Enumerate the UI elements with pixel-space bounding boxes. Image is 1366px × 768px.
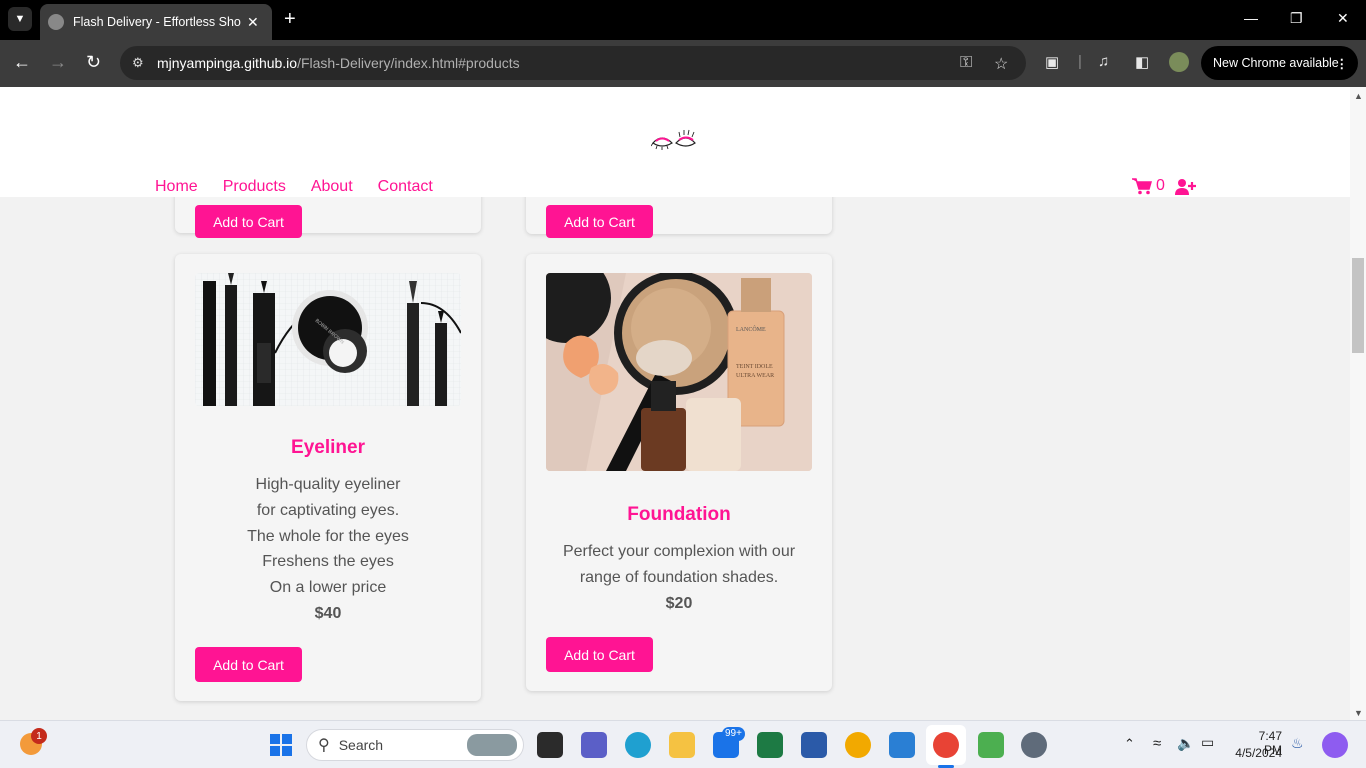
cart-icon[interactable] [1132,177,1152,195]
web-page: Add to Cart Add to Cart BOBBI BROWN Eyel… [0,87,1350,720]
restore-icon[interactable]: ❐ [1290,10,1303,27]
product-price: $40 [314,605,342,622]
desc-line: Perfect your complexion with our [562,543,796,560]
url-host: mjnyampinga.github.io [157,55,298,71]
search-placeholder: Search [338,737,384,753]
notification-bell-icon[interactable]: ♨ [1291,735,1304,752]
teams-icon[interactable] [581,732,607,758]
terminal-app-icon[interactable] [978,732,1004,758]
forward-icon[interactable]: → [49,52,67,72]
chrome-icon[interactable] [933,732,959,758]
tab-title: Flash Delivery - Effortless Shopping [73,15,241,29]
desc-line: range of foundation shades. [579,568,779,586]
new-chrome-label: New Chrome available [1213,56,1339,70]
desc-line: for captivating eyes. [256,501,400,519]
product-title: Foundation [627,504,731,525]
edge-icon[interactable] [625,732,651,758]
profile-avatar[interactable] [1169,52,1189,72]
nav-home[interactable]: Home [155,178,198,196]
browser-toolbar: ← → ↻ ⚙ mjnyampinga.github.io/Flash-Deli… [0,40,1366,87]
add-user-icon[interactable] [1174,178,1197,195]
svg-text:TEINT IDOLE: TEINT IDOLE [736,364,773,370]
side-panel-icon[interactable]: ◧ [1135,53,1149,71]
svg-text:LANCÔME: LANCÔME [736,325,766,333]
clock-date[interactable]: 4/5/2024 [1234,746,1282,760]
address-bar[interactable]: ⚙ mjnyampinga.github.io/Flash-Delivery/i… [120,46,1026,80]
product-description: High-quality eyeliner for captivating ey… [175,472,481,601]
show-hidden-icons-icon[interactable]: ⌃ [1124,736,1135,752]
taskbar-search[interactable]: ⚲ Search [306,729,524,761]
eyeliner-image: BOBBI BROWN [195,273,461,406]
add-to-cart-button[interactable]: Add to Cart [546,205,653,238]
chrome-menu-icon[interactable]: ⋮ [1336,56,1349,71]
product-card-eyeliner: BOBBI BROWN Eyeliner High-quality eyelin… [175,254,481,701]
cart-count: 0 [1156,177,1165,194]
scroll-thumb[interactable] [1352,258,1364,353]
vscode-icon[interactable] [889,732,915,758]
browser-tab-bar: ▼ Flash Delivery - Effortless Shopping ✕… [0,0,1366,40]
foundation-image: LANCÔME TEINT IDOLE ULTRA WEAR [546,273,812,471]
window-close-icon[interactable]: ✕ [1337,10,1349,27]
header-actions: 0 [1132,177,1197,195]
nav-about[interactable]: About [311,178,353,196]
tab-close-icon[interactable]: ✕ [247,14,259,31]
product-title: Eyeliner [291,437,365,458]
svg-text:ULTRA WEAR: ULTRA WEAR [736,373,774,379]
page-scrollbar[interactable]: ▲ ▼ [1350,87,1366,720]
windows-start-icon[interactable] [269,733,293,757]
battery-icon[interactable]: ▭ [1201,734,1214,751]
toolbar-divider: | [1078,53,1082,70]
site-settings-icon[interactable]: ⚙ [132,55,150,71]
browser-tab-active[interactable]: Flash Delivery - Effortless Shopping ✕ [40,4,272,40]
volume-icon[interactable]: 🔈 [1177,735,1194,752]
excel-icon[interactable] [757,732,783,758]
product-price: $20 [665,595,693,612]
norton-icon[interactable] [845,732,871,758]
site-logo[interactable] [651,127,697,153]
task-view-icon[interactable] [537,732,563,758]
product-card-foundation: LANCÔME TEINT IDOLE ULTRA WEAR Foundatio… [526,254,832,691]
mail-badge: 99+ [722,727,745,741]
search-highlight-image [467,734,517,756]
media-control-icon[interactable]: ♫ [1098,53,1109,70]
notification-badge: 1 [31,728,47,744]
new-tab-button[interactable]: + [284,9,296,29]
tab-search-button[interactable]: ▼ [8,7,32,31]
site-favicon-icon [48,14,64,30]
nav-contact[interactable]: Contact [378,178,433,196]
bookmark-star-icon[interactable]: ☆ [994,54,1008,74]
word-icon[interactable] [801,732,827,758]
file-explorer-icon[interactable] [669,732,695,758]
reload-icon[interactable]: ↻ [86,52,101,72]
add-to-cart-button[interactable]: Add to Cart [195,205,302,238]
wifi-icon[interactable]: ≈ [1153,735,1161,752]
copilot-icon[interactable] [1322,732,1348,758]
product-description: Perfect your complexion with our range o… [526,539,832,591]
scroll-up-arrow-icon[interactable]: ▲ [1354,91,1363,101]
desc-line: On a lower price [269,579,387,597]
add-to-cart-button[interactable]: Add to Cart [546,637,653,672]
password-key-icon[interactable]: ⚿ [960,54,972,72]
main-nav: Home Products About Contact [155,178,458,196]
desc-line: The whole for the eyes [247,527,409,545]
windows-taskbar: 1 ⚲ Search 99+ ⌃ ≈ 🔈 ▭ 7:47 PM 4/5/2024 … [0,720,1366,768]
scroll-down-arrow-icon[interactable]: ▼ [1354,708,1363,718]
desc-line: Freshens the eyes [262,553,394,571]
site-header: Home Products About Contact 0 [0,87,1350,197]
nav-products[interactable]: Products [223,178,286,196]
minimize-icon[interactable]: — [1244,10,1258,26]
new-chrome-available-button[interactable]: New Chrome available ⋮ [1201,46,1358,80]
add-to-cart-button[interactable]: Add to Cart [195,647,302,682]
extensions-icon[interactable]: ▣ [1045,53,1059,71]
url-path: /Flash-Delivery/index.html#products [297,55,520,71]
desc-line: High-quality eyeliner [255,476,401,493]
back-icon[interactable]: ← [13,52,31,72]
settings-icon[interactable] [1021,732,1047,758]
search-icon: ⚲ [318,737,330,754]
